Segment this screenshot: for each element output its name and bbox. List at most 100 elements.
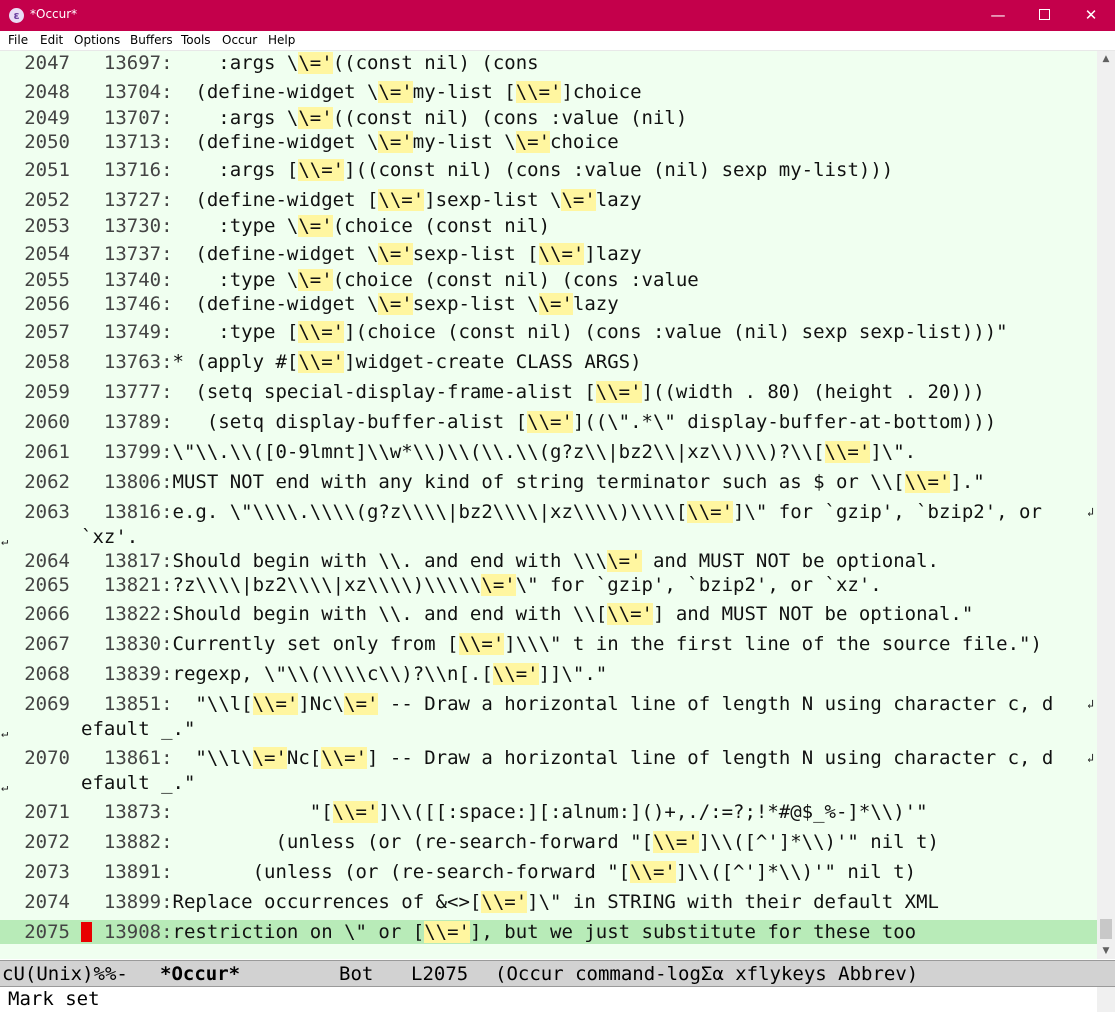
maximize-button[interactable] [1021,0,1067,31]
menu-buffers[interactable]: Buffers [130,33,173,47]
text-segment: ]\". [870,441,917,463]
result-text[interactable]: 13777: (setq special-display-frame-alist… [81,380,985,404]
match-highlight: \\=' [607,603,653,625]
wrapped-line[interactable]: ↵ efault _." [0,717,1097,741]
result-text[interactable]: 13873: "[\\=']\\([[:space:][:alnum:]()+,… [81,800,928,824]
source-line-number: 13851: [81,693,173,715]
scroll-down-arrow-icon[interactable]: ▼ [1097,943,1115,959]
result-text[interactable]: 13899:Replace occurrences of &<>[\\=']\"… [81,890,939,914]
occur-buffer[interactable]: 2047 13697: :args \\='((const nil) (cons… [0,51,1097,959]
text-segment: * (apply #[ [172,351,299,373]
result-line[interactable]: 2070 13861: "\\l\\='Nc[\\='] -- Draw a h… [0,746,1097,770]
result-text[interactable]: 13806:MUST NOT end with any kind of stri… [81,470,985,494]
result-line[interactable]: 2065 13821:?z\\\\|bz2\\\\|xz\\\\)\\\\\\=… [0,573,1097,597]
vertical-scrollbar[interactable]: ▲ ▼ [1097,51,1115,959]
result-text[interactable]: 13851: "\\l[\\=']Nc\\=' -- Draw a horizo… [81,692,1053,716]
scrollbar-thumb[interactable] [1100,919,1112,939]
result-line[interactable]: 2064 13817:Should begin with \\. and end… [0,549,1097,573]
wrapped-line[interactable]: ↵ efault _." [0,771,1097,795]
line-number: 2061 [24,441,70,463]
text-segment: choice [550,131,619,153]
result-text[interactable]: 13704: (define-widget \\='my-list [\\=']… [81,80,642,104]
text-segment: ]widget-create CLASS ARGS) [344,351,642,373]
line-number: 2049 [24,107,70,129]
result-text[interactable]: 13822:Should begin with \\. and end with… [81,602,973,626]
result-text[interactable]: 13707: :args \\='((const nil) (cons :val… [81,106,687,130]
match-highlight: \\=' [378,189,425,211]
result-line[interactable]: 2072 13882: (unless (or (re-search-forwa… [0,830,1097,854]
scroll-up-arrow-icon[interactable]: ▲ [1097,51,1115,67]
result-text[interactable]: 13730: :type \\='(choice (const nil) [81,214,550,238]
result-text[interactable]: 13882: (unless (or (re-search-forward "[… [81,830,939,854]
result-text[interactable]: 13830:Currently set only from [\\=']\\\"… [81,632,1042,656]
menu-occur[interactable]: Occur [222,33,257,47]
result-line[interactable]: 2061 13799:\"\\.\\([0-9lmnt]\\w*\\)\\(\\… [0,440,1097,464]
result-text[interactable]: 13839:regexp, \"\\(\\\\c\\)?\\n[.[\\=']]… [81,662,607,686]
text-segment: restriction on \" or [ [172,921,425,943]
result-line[interactable]: 2067 13830:Currently set only from [\\='… [0,632,1097,656]
result-text[interactable]: 13737: (define-widget \\='sexp-list [\\=… [81,242,642,266]
result-line[interactable]: 2069 13851: "\\l[\\=']Nc\\=' -- Draw a h… [0,692,1097,716]
result-text[interactable]: 13697: :args \\='((const nil) (cons [81,51,539,75]
result-text[interactable]: 13861: "\\l\\='Nc[\\='] -- Draw a horizo… [81,746,1053,770]
result-text[interactable]: 13799:\"\\.\\([0-9lmnt]\\w*\\)\\(\\.\\(g… [81,440,916,464]
result-text[interactable]: 13891: (unless (or (re-search-forward "[… [81,860,916,884]
result-text[interactable]: 13749: :type [\\='](choice (const nil) (… [81,320,1008,344]
result-line[interactable]: 2060 13789: (setq display-buffer-alist [… [0,410,1097,434]
line-number: 2075 [24,921,70,943]
minibuffer[interactable]: Mark set [0,987,1115,1012]
text-segment: ]\\([[:space:][:alnum:]()+,./:=?;!*#@$_%… [378,801,928,823]
match-highlight: \=' [378,293,413,315]
window-title: *Occur* [30,7,78,21]
result-line[interactable]: 2074 13899:Replace occurrences of &<>[\\… [0,890,1097,914]
result-line[interactable]: 2049 13707: :args \\='((const nil) (cons… [0,106,1097,130]
result-text[interactable]: 13763:* (apply #[\\=']widget-create CLAS… [81,350,642,374]
result-text[interactable]: 13816:e.g. \"\\\\.\\\\(g?z\\\\|bz2\\\\|x… [81,500,1042,524]
result-line[interactable]: 2050 13713: (define-widget \\='my-list \… [0,130,1097,154]
result-line[interactable]: 2062 13806:MUST NOT end with any kind of… [0,470,1097,494]
modeline-buffer-name[interactable]: *Occur* [160,961,240,987]
result-line[interactable]: 2066 13822:Should begin with \\. and end… [0,602,1097,626]
result-text[interactable]: 13740: :type \\='(choice (const nil) (co… [81,268,699,292]
result-line[interactable]: 2047 13697: :args \\='((const nil) (cons [0,51,1097,75]
result-line[interactable]: 2068 13839:regexp, \"\\(\\\\c\\)?\\n[.[\… [0,662,1097,686]
result-line[interactable]: 2056 13746: (define-widget \\='sexp-list… [0,292,1097,316]
text-segment: ]." [950,471,985,493]
result-line[interactable]: 2051 13716: :args [\\=']((const nil) (co… [0,158,1097,182]
result-text[interactable]: 13817:Should begin with \\. and end with… [81,549,939,573]
menu-file[interactable]: File [8,33,28,47]
result-text[interactable]: 13746: (define-widget \\='sexp-list \\='… [81,292,619,316]
result-line[interactable]: 2057 13749: :type [\\='](choice (const n… [0,320,1097,344]
result-text[interactable]: 13727: (define-widget [\\=']sexp-list \\… [81,188,642,212]
result-line[interactable]: 2071 13873: "[\\=']\\([[:space:][:alnum:… [0,800,1097,824]
result-text[interactable]: 13908:restriction on \" or [\\='], but w… [81,920,916,944]
source-line-number: 13861: [81,747,173,769]
menu-help[interactable]: Help [268,33,295,47]
minimize-button[interactable]: — [975,0,1021,31]
current-result-line[interactable]: 2075 13908:restriction on \" or [\\='], … [0,920,1097,944]
result-text[interactable]: 13789: (setq display-buffer-alist [\\=']… [81,410,996,434]
result-line[interactable]: 2048 13704: (define-widget \\='my-list [… [0,80,1097,104]
result-line[interactable]: 2058 13763:* (apply #[\\=']widget-create… [0,350,1097,374]
echo-area-message: Mark set [8,988,100,1010]
wrapped-line[interactable]: ↵ `xz'. [0,525,1097,549]
result-line[interactable]: 2059 13777: (setq special-display-frame-… [0,380,1097,404]
result-line[interactable]: 2055 13740: :type \\='(choice (const nil… [0,268,1097,292]
result-text[interactable]: 13716: :args [\\=']((const nil) (cons :v… [81,158,893,182]
menu-edit[interactable]: Edit [40,33,63,47]
result-line[interactable]: 2054 13737: (define-widget \\='sexp-list… [0,242,1097,266]
menu-options[interactable]: Options [74,33,120,47]
text-segment: e.g. \"\\\\.\\\\(g?z\\\\|bz2\\\\|xz\\\\)… [172,501,688,523]
result-line[interactable]: 2052 13727: (define-widget [\\=']sexp-li… [0,188,1097,212]
match-highlight: \\=' [481,891,528,913]
title-bar: ε *Occur* — ✕ [0,0,1115,31]
text-segment: ]\\\" t in the first line of the source … [504,633,1042,655]
modeline-modes[interactable]: (Occur command-logΣα xflykeys Abbrev) [495,961,918,987]
result-text[interactable]: 13821:?z\\\\|bz2\\\\|xz\\\\)\\\\\\='\" f… [81,573,882,597]
result-line[interactable]: 2063 13816:e.g. \"\\\\.\\\\(g?z\\\\|bz2\… [0,500,1097,524]
result-line[interactable]: 2053 13730: :type \\='(choice (const nil… [0,214,1097,238]
result-line[interactable]: 2073 13891: (unless (or (re-search-forwa… [0,860,1097,884]
close-button[interactable]: ✕ [1068,0,1114,31]
menu-tools[interactable]: Tools [181,33,211,47]
result-text[interactable]: 13713: (define-widget \\='my-list \\='ch… [81,130,619,154]
